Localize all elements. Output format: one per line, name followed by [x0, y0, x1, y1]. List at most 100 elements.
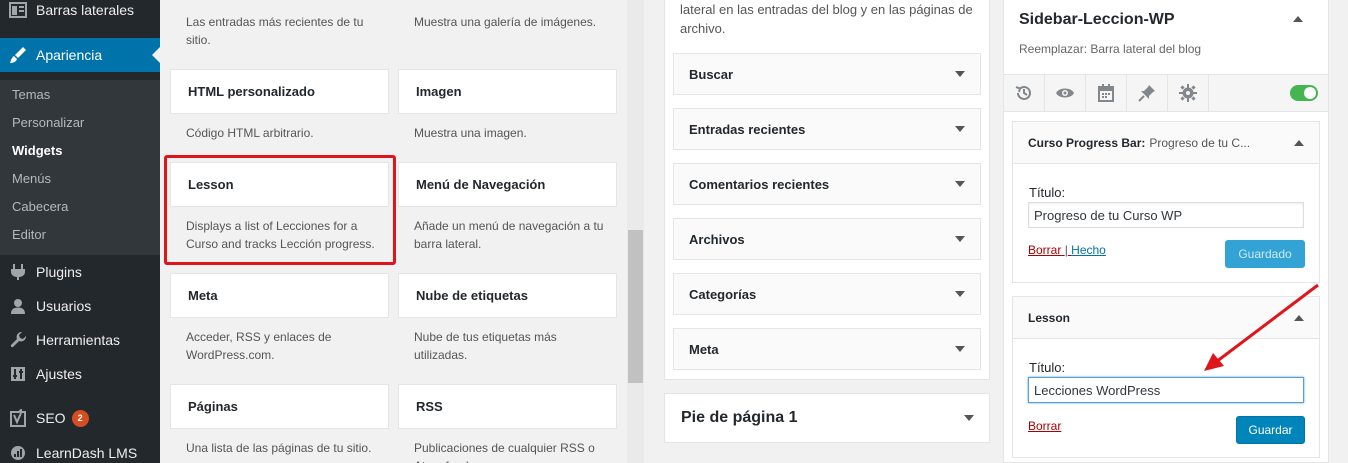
widget-title: Entradas recientes — [689, 121, 806, 137]
sidebar-title: Sidebar-Leccion-WP — [1019, 11, 1175, 28]
widget-title: Categorías — [689, 286, 757, 302]
widget-header-subtitle: Progreso de tu C... — [1149, 135, 1251, 150]
widget-title: Comentarios recientes — [689, 176, 830, 192]
menu-item-seo-label: SEO — [36, 410, 66, 426]
menu-item-settings[interactable]: Ajustes — [0, 357, 160, 391]
caret-down-icon[interactable] — [955, 181, 965, 187]
appearance-submenu: Temas Personalizar Widgets Menús Cabecer… — [0, 80, 160, 255]
sidebar-widget-recent-posts[interactable]: Entradas recientes — [673, 108, 981, 150]
sidebar-widget-archives[interactable]: Archivos — [673, 218, 981, 260]
caret-down-icon[interactable] — [955, 71, 965, 77]
lesson-widget: Lesson Título: Borrar Guardar — [1012, 296, 1320, 458]
widget-tile-pages[interactable]: Páginas — [170, 384, 389, 429]
footer-sidebar-title: Pie de página 1 — [681, 409, 798, 426]
widget-tile-tag-cloud[interactable]: Nube de etiquetas — [398, 273, 617, 318]
admin-menu: Barras laterales Apariencia Temas Person… — [0, 0, 160, 463]
menu-item-appearance[interactable]: Apariencia — [0, 38, 160, 72]
menu-item-learndash-label: LearnDash LMS — [36, 445, 138, 461]
lesson-widget-header[interactable]: Lesson — [1013, 297, 1319, 339]
seo-icon — [0, 409, 36, 427]
sidebar-toolbar — [1004, 74, 1328, 112]
sidebar-widget-meta[interactable]: Meta — [673, 328, 981, 370]
submenu-item-menus[interactable]: Menús — [12, 171, 51, 186]
title-field-label: Título: — [1029, 360, 1066, 375]
caret-down-icon[interactable] — [955, 346, 965, 352]
saved-button[interactable]: Guardado — [1225, 240, 1305, 268]
link-separator: | — [1064, 243, 1068, 257]
footer-sidebar-header[interactable]: Pie de página 1 — [664, 393, 990, 443]
widget-links: Borrar | Hecho — [1028, 243, 1106, 257]
delete-link[interactable]: Borrar — [1028, 243, 1061, 257]
menu-item-settings-label: Ajustes — [36, 366, 82, 382]
visibility-icon[interactable] — [1045, 75, 1086, 111]
title-field[interactable] — [1028, 202, 1304, 228]
widget-tile-html[interactable]: HTML personalizado — [170, 69, 389, 114]
submenu-item-themes[interactable]: Temas — [12, 87, 50, 102]
sidebar-enabled-toggle[interactable] — [1290, 85, 1318, 101]
menu-item-learndash[interactable]: LearnDash LMS — [0, 436, 160, 463]
title-field[interactable] — [1028, 377, 1304, 403]
delete-link[interactable]: Borrar — [1028, 419, 1061, 433]
save-button[interactable]: Guardar — [1236, 416, 1305, 444]
submenu-item-header[interactable]: Cabecera — [12, 199, 68, 214]
widget-description: Código HTML arbitrario. — [186, 126, 314, 140]
wrench-icon — [0, 331, 36, 349]
menu-item-sidebars[interactable]: Barras laterales — [0, 0, 160, 27]
caret-up-icon[interactable] — [1294, 139, 1304, 146]
plugin-icon — [0, 263, 36, 281]
paintbrush-icon — [0, 46, 36, 64]
menu-item-tools[interactable]: Herramientas — [0, 323, 160, 357]
sidebars-icon — [0, 2, 36, 18]
title-field-label: Título: — [1029, 185, 1066, 200]
done-link[interactable]: Hecho — [1071, 243, 1106, 257]
widget-description: Publicaciones de cualquier RSS o Atom fe… — [414, 441, 595, 463]
gear-icon[interactable] — [1168, 75, 1209, 111]
lesson-highlight-box — [164, 155, 396, 265]
submenu-item-customize[interactable]: Personalizar — [12, 115, 84, 130]
widget-tile-image[interactable]: Imagen — [398, 69, 617, 114]
caret-down-icon[interactable] — [955, 236, 965, 242]
widget-description: Nube de tus etiquetas más utilizadas. — [414, 330, 557, 362]
caret-up-icon[interactable] — [1293, 16, 1303, 22]
widget-description: Acceder, RSS y enlaces de WordPress.com. — [186, 330, 332, 362]
submenu-item-widgets[interactable]: Widgets — [12, 143, 62, 158]
seo-count-badge: 2 — [71, 409, 89, 427]
widget-header-title: Curso Progress Bar: — [1028, 135, 1146, 150]
widget-description: Añade un menú de navegación a tu barra l… — [414, 219, 604, 251]
menu-item-sidebars-label: Barras laterales — [36, 2, 135, 18]
settings-icon — [0, 366, 36, 382]
history-icon[interactable] — [1004, 75, 1045, 111]
menu-item-plugins-label: Plugins — [36, 264, 82, 280]
sidebar-widget-search[interactable]: Buscar — [673, 53, 981, 95]
caret-down-icon[interactable] — [955, 291, 965, 297]
caret-down-icon[interactable] — [964, 415, 974, 421]
sidebar-widget-recent-comments[interactable]: Comentarios recientes — [673, 163, 981, 205]
progress-bar-widget: Curso Progress Bar: Progreso de tu C... … — [1012, 121, 1320, 283]
caret-down-icon[interactable] — [955, 126, 965, 132]
menu-item-appearance-label: Apariencia — [36, 47, 103, 63]
menu-item-seo[interactable]: SEO 2 — [0, 401, 160, 435]
widget-title: Buscar — [689, 66, 734, 82]
widget-tile-meta[interactable]: Meta — [170, 273, 389, 318]
pin-icon[interactable] — [1127, 75, 1168, 111]
submenu-item-editor[interactable]: Editor — [12, 227, 46, 242]
sidebar-subtitle: Reemplazar: Barra lateral del blog — [1019, 42, 1202, 56]
menu-item-users-label: Usuarios — [36, 298, 92, 314]
widget-tile-rss[interactable]: RSS — [398, 384, 617, 429]
sidebar-widget-categories[interactable]: Categorías — [673, 273, 981, 315]
scrollbar-thumb[interactable] — [628, 230, 643, 383]
menu-item-tools-label: Herramientas — [36, 332, 121, 348]
widget-description: Muestra una imagen. — [414, 126, 527, 140]
user-icon — [0, 298, 36, 314]
sidebar-description: lateral en las entradas del blog y en la… — [680, 2, 973, 36]
learndash-icon — [0, 445, 36, 461]
widget-description: Una lista de las páginas de tu sitio. — [186, 441, 372, 455]
menu-item-users[interactable]: Usuarios — [0, 289, 160, 323]
progress-bar-widget-header[interactable]: Curso Progress Bar: Progreso de tu C... — [1013, 122, 1319, 164]
widget-description: Muestra una galería de imágenes. — [414, 15, 597, 29]
caret-up-icon[interactable] — [1294, 314, 1304, 321]
widget-tile-nav-menu[interactable]: Menú de Navegación — [398, 162, 617, 207]
calendar-icon[interactable] — [1086, 75, 1127, 111]
widget-header-title: Lesson — [1028, 310, 1071, 325]
menu-item-plugins[interactable]: Plugins — [0, 255, 160, 289]
